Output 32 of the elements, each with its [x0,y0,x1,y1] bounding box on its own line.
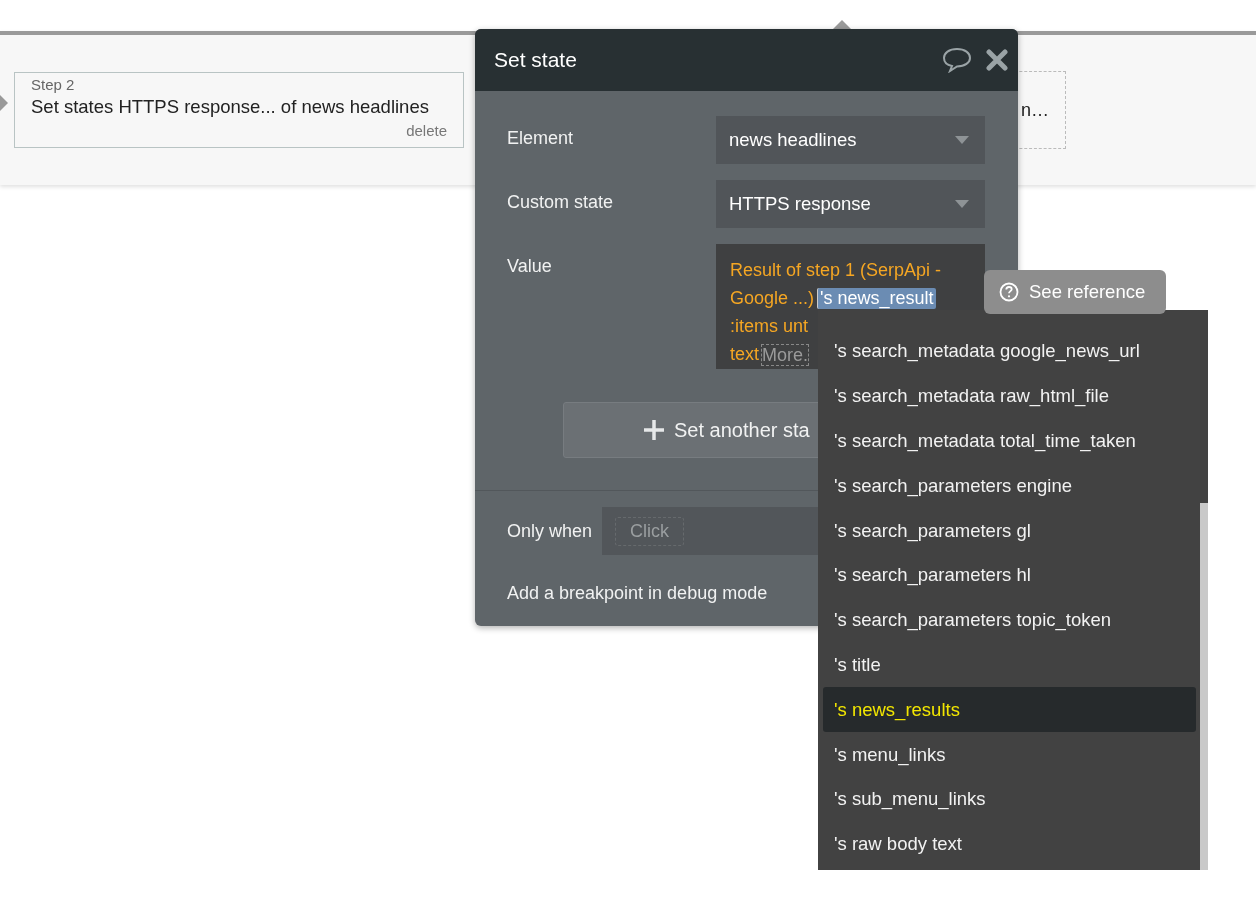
delete-link[interactable]: delete [406,122,447,139]
expression-text: text [730,344,759,366]
field-label: Value [507,255,553,277]
step-title: Set states HTTPS response... of news headlines [31,96,430,118]
workflow-step-card[interactable]: Step 2 Set states HTTPS response... of news headlines delete [14,72,464,148]
suggestion-item[interactable]: 's search_parameters topic_token [823,597,1196,643]
comment-icon[interactable] [942,47,972,73]
dropdown[interactable]: HTTPS response [716,180,985,228]
suggestion-item[interactable]: 's raw body text [823,821,1196,867]
field-label: Custom state [507,191,615,213]
expression-text: Google ...) [730,287,815,309]
suggestion-item[interactable]: 's menu_links [823,732,1196,777]
scrollbar[interactable] [1200,503,1208,870]
close-icon[interactable] [986,49,1008,71]
dialog-title: Set state [494,48,578,72]
suggestion-item[interactable]: 's news_results [823,687,1196,733]
step-number: Step 2 [31,76,76,93]
field-label: Only when [507,520,593,542]
more-link[interactable]: More. [761,343,810,366]
suggestion-item[interactable]: 's search_parameters hl [823,553,1196,598]
expression-text: Result of step 1 (SerpApi - [730,259,942,281]
caret-icon [955,200,969,208]
expression-text: :items unt [730,316,809,338]
dropdown[interactable]: news headlines [716,116,985,164]
plus-icon [644,420,664,440]
breakpoint-option[interactable]: Add a breakpoint in debug mode [507,583,768,604]
suggestion-item[interactable]: 's title [823,642,1196,688]
help-icon [999,282,1019,302]
caret-icon [955,136,969,144]
suggestion-item[interactable]: 's sub_menu_links [823,776,1196,822]
field-label: Element [507,127,575,149]
suggestion-item[interactable]: 's search_parameters engine [823,463,1196,509]
